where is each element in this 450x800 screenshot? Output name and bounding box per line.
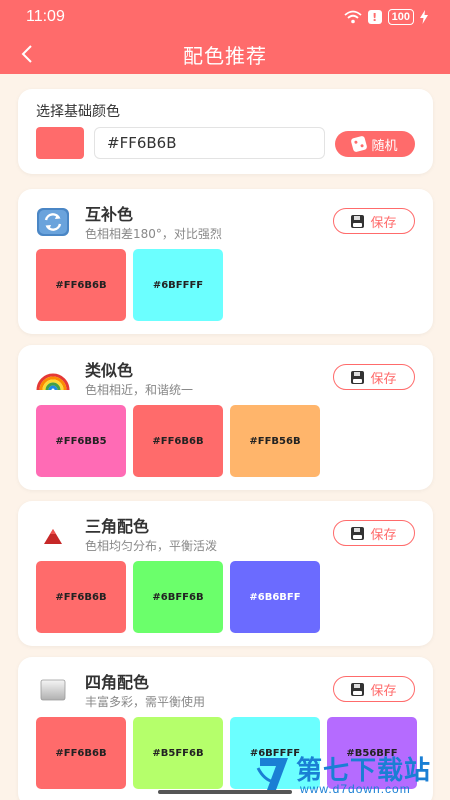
save-label: 保存 (370, 683, 397, 699)
charging-icon (420, 10, 428, 24)
alert-icon: ! (367, 10, 382, 24)
save-button[interactable]: 保存 (333, 676, 415, 702)
watermark: 第七下载站 www.d7down.com (254, 750, 444, 798)
scheme-name: 四角配色 (85, 673, 150, 692)
color-swatch[interactable]: #FF6B6B (36, 717, 126, 789)
scheme-name: 三角配色 (85, 517, 150, 536)
status-bar: 11:09 ! 100 (0, 0, 450, 34)
color-swatch[interactable]: #FF6B6B (36, 249, 126, 321)
scheme-description: 色相相近，和谐统一 (85, 383, 194, 397)
dice-icon (350, 135, 369, 153)
save-button[interactable]: 保存 (333, 364, 415, 390)
square-icon (36, 675, 70, 705)
scheme-card-analogous: 类似色 色相相近，和谐统一 保存 #FF6BB5 #FF6B6B #FFB56B (18, 345, 433, 490)
rainbow-icon (36, 363, 70, 393)
save-label: 保存 (370, 527, 397, 543)
color-swatch[interactable]: #6BFF6B (133, 561, 223, 633)
scheme-card-triadic: 三角配色 色相均匀分布，平衡活泼 保存 #FF6B6B #6BFF6B #6B6BF… (18, 501, 433, 646)
save-button[interactable]: 保存 (333, 520, 415, 546)
scheme-name: 互补色 (85, 205, 134, 224)
page-title: 配色推荐 (183, 44, 267, 68)
wifi-icon (344, 10, 362, 24)
save-label: 保存 (370, 215, 397, 231)
scheme-description: 色相均匀分布，平衡活泼 (85, 539, 218, 553)
color-swatch[interactable]: #6B6BFF (230, 561, 320, 633)
swatch-list: #FF6B6B #6BFFFF (36, 249, 223, 321)
watermark-logo-icon (256, 758, 288, 790)
color-swatch[interactable]: #FF6BB5 (36, 405, 126, 477)
scheme-description: 色相相差180°，对比强烈 (85, 227, 222, 241)
swatch-list: #FF6B6B #6BFF6B #6B6BFF (36, 561, 320, 633)
random-button[interactable]: 随机 (335, 131, 415, 157)
base-color-swatch[interactable] (36, 127, 84, 159)
save-label: 保存 (370, 371, 397, 387)
scheme-name: 类似色 (85, 361, 134, 380)
status-icons: ! 100 (344, 9, 428, 25)
floppy-disk-icon (351, 370, 365, 384)
random-label: 随机 (371, 138, 398, 154)
scheme-card-complementary: 互补色 色相相差180°，对比强烈 保存 #FF6B6B #6BFFFF (18, 189, 433, 334)
scheme-description: 丰富多彩，需平衡使用 (85, 695, 206, 709)
watermark-url: www.d7down.com (300, 782, 411, 796)
color-swatch[interactable]: #FFB56B (230, 405, 320, 477)
navigation-bar: 配色推荐 (0, 34, 450, 74)
color-swatch[interactable]: #6BFFFF (133, 249, 223, 321)
base-color-label: 选择基础颜色 (36, 104, 120, 120)
battery-level: 100 (387, 9, 414, 25)
floppy-disk-icon (351, 214, 365, 228)
triangle-icon (36, 519, 70, 549)
floppy-disk-icon (351, 526, 365, 540)
color-swatch[interactable]: #B5FF6B (133, 717, 223, 789)
refresh-icon (36, 207, 70, 237)
hex-color-input[interactable] (94, 127, 325, 159)
swatch-list: #FF6BB5 #FF6B6B #FFB56B (36, 405, 320, 477)
save-button[interactable]: 保存 (333, 208, 415, 234)
base-color-card: 选择基础颜色 随机 (18, 89, 433, 174)
status-time: 11:09 (26, 8, 65, 25)
color-swatch[interactable]: #FF6B6B (133, 405, 223, 477)
floppy-disk-icon (351, 682, 365, 696)
color-swatch[interactable]: #FF6B6B (36, 561, 126, 633)
